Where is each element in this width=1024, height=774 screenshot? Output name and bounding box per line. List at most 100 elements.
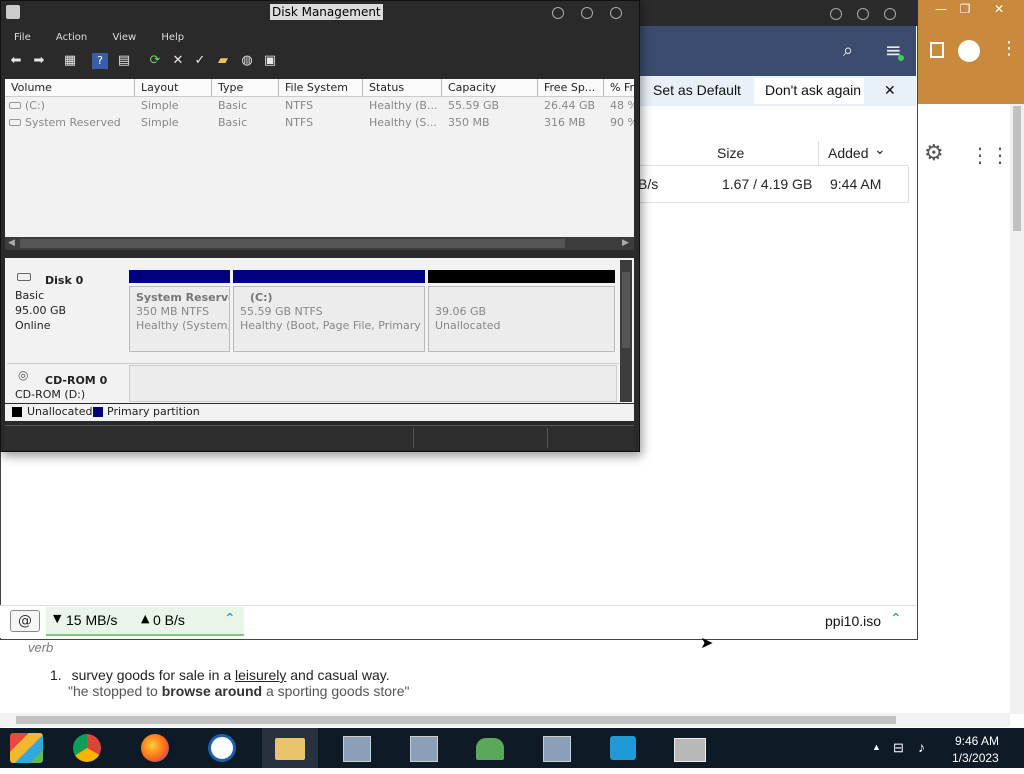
scroll-left-icon[interactable]: ◀ [8, 238, 15, 248]
search-icon[interactable]: ⌕ [843, 40, 853, 61]
search-disk-icon[interactable]: ◍ [239, 53, 255, 69]
refresh-icon[interactable]: ⟳ [147, 53, 163, 69]
partition-system-reserved[interactable]: System Reserved 350 MB NTFS Healthy (Sys… [129, 286, 230, 352]
partition-unallocated[interactable]: 39.06 GB Unallocated [428, 286, 615, 352]
table-row[interactable]: (C:) Simple Basic NTFS Healthy (B... 55.… [5, 98, 634, 114]
disk-name: Disk 0 [45, 274, 84, 287]
delete-icon[interactable]: ✕ [170, 53, 186, 69]
update-dot-icon [898, 55, 904, 61]
menu-view[interactable]: View [112, 32, 136, 43]
properties-icon[interactable]: ▤ [116, 53, 132, 69]
horizontal-scrollbar-thumb[interactable] [16, 716, 896, 724]
download-row[interactable]: B/s 1.67 / 4.19 GB 9:44 AM [638, 166, 909, 203]
active-download-filename[interactable]: ppi10.iso [825, 613, 881, 629]
toolbar: ⬅ ➡ ▦ ? ▤ ⟳ ✕ ✓ ▰ ◍ ▣ [0, 50, 638, 72]
window-close-dot-icon[interactable] [884, 8, 896, 20]
dm-close-dot-icon[interactable] [610, 7, 622, 19]
table-row[interactable]: System Reserved Simple Basic NTFS Health… [5, 115, 634, 131]
column-capacity[interactable]: Capacity [442, 79, 538, 97]
column-type[interactable]: Type [212, 79, 279, 97]
maximize-icon[interactable]: ❐ [950, 0, 980, 18]
close-banner-icon[interactable]: ✕ [884, 82, 896, 99]
partition-c[interactable]: (C:) 55.59 GB NTFS Healthy (Boot, Page F… [233, 286, 425, 352]
settings-icon[interactable]: ▣ [262, 53, 278, 69]
set-default-button[interactable]: Set as Default [653, 82, 741, 98]
network-users-taskbar-icon[interactable] [470, 730, 510, 766]
cell-volume: (C:) [25, 99, 45, 112]
help-icon[interactable]: ? [92, 53, 108, 69]
tray-expand-icon[interactable]: ▲ [872, 742, 881, 752]
cell-volume: System Reserved [25, 116, 121, 129]
chrome-taskbar-icon[interactable] [67, 730, 107, 766]
file-chevron-icon[interactable]: ⌃ [890, 611, 902, 627]
graph-scrollbar-thumb[interactable] [622, 272, 630, 348]
window-maximize-dot-icon[interactable] [857, 8, 869, 20]
cd-drive-icon: ◎ [18, 368, 29, 382]
vertical-scrollbar-thumb[interactable] [1013, 106, 1021, 231]
file-explorer-taskbar-icon[interactable] [270, 730, 310, 766]
cdrom-info[interactable]: ◎ CD-ROM 0 CD-ROM (D:) [7, 365, 127, 402]
cdrom-media-area[interactable] [129, 365, 617, 402]
list-scrollbar-thumb[interactable] [20, 239, 565, 248]
dm-maximize-dot-icon[interactable] [581, 7, 593, 19]
forward-arrow-icon[interactable]: ➡ [31, 53, 47, 69]
more-options-icon[interactable]: ⋮ [1000, 38, 1018, 59]
column-added[interactable]: Added [828, 145, 868, 161]
back-arrow-icon[interactable]: ⬅ [8, 53, 24, 69]
legend-unallocated-swatch [12, 407, 22, 417]
download-arrow-icon: ▼ [53, 612, 62, 625]
open-folder-icon[interactable]: ▰ [215, 53, 231, 69]
sort-chevron-icon[interactable]: ⌄ [874, 141, 886, 158]
example-suffix: a sporting goods store" [262, 683, 410, 699]
column-size[interactable]: Size [717, 145, 744, 161]
menu-file[interactable]: File [14, 32, 31, 43]
menu-action[interactable]: Action [56, 32, 87, 43]
clock-time[interactable]: 9:46 AM [955, 734, 999, 748]
start-button-icon[interactable] [10, 733, 43, 763]
network-icon[interactable]: ⊟ [893, 740, 904, 756]
partition-size: 39.06 GB [435, 305, 487, 318]
column-file-system[interactable]: File System [279, 79, 363, 97]
column-free-space[interactable]: Free Sp... [538, 79, 604, 97]
dont-ask-button[interactable]: Don't ask again [765, 82, 861, 98]
disk-management-taskbar-icon[interactable] [670, 730, 710, 766]
column-layout[interactable]: Layout [135, 79, 212, 97]
installer-taskbar-icon[interactable] [404, 730, 444, 766]
speed-limit-snail-icon[interactable]: @ [10, 610, 40, 632]
cell-free-space: 316 MB [544, 116, 586, 129]
firefox-taskbar-icon[interactable] [135, 730, 175, 766]
menu-help[interactable]: Help [161, 32, 184, 43]
definition-number: 1. [50, 667, 62, 683]
column-volume[interactable]: Volume [5, 79, 135, 97]
clock-date[interactable]: 1/3/2023 [952, 751, 999, 765]
expand-chevron-icon[interactable]: ⌃ [224, 611, 236, 627]
column-percent-free[interactable]: % Fr [604, 79, 634, 97]
disk-management-app-icon [6, 5, 20, 19]
window-minimize-dot-icon[interactable] [830, 8, 842, 20]
gear-icon[interactable]: ⚙ [924, 141, 944, 166]
divider [7, 363, 619, 364]
check-icon[interactable]: ✓ [192, 53, 208, 69]
volume-icon[interactable]: ♪ [918, 739, 925, 755]
scroll-right-icon[interactable]: ▶ [622, 238, 629, 248]
app-taskbar-icon[interactable] [202, 730, 242, 766]
profile-avatar-icon[interactable] [958, 40, 980, 62]
column-status[interactable]: Status [363, 79, 442, 97]
volume-list: Volume Layout Type File System Status Ca… [5, 79, 634, 237]
installer-taskbar-icon[interactable] [537, 730, 577, 766]
show-hide-console-icon[interactable]: ▦ [62, 53, 78, 69]
partition-name: System Reserved [136, 291, 229, 304]
speed-indicator[interactable]: ▼ 15 MB/s ▲ 0 B/s ⌃ [46, 607, 244, 636]
disk0-info[interactable]: Disk 0 Basic 95.00 GB Online [7, 262, 127, 357]
close-icon[interactable]: ✕ [984, 0, 1014, 18]
download-speed-tail: B/s [638, 176, 659, 192]
dm-minimize-dot-icon[interactable] [552, 7, 564, 19]
remote-app-taskbar-icon[interactable] [603, 730, 643, 766]
sidebar-toggle-icon[interactable] [930, 42, 944, 58]
download-added-time: 9:44 AM [830, 176, 882, 192]
partition-bar-primary [233, 270, 425, 283]
definition-link[interactable]: leisurely [235, 667, 286, 683]
installer-taskbar-icon[interactable] [337, 730, 377, 766]
cell-file-system: NTFS [285, 99, 314, 112]
legend-primary-swatch [93, 407, 103, 417]
